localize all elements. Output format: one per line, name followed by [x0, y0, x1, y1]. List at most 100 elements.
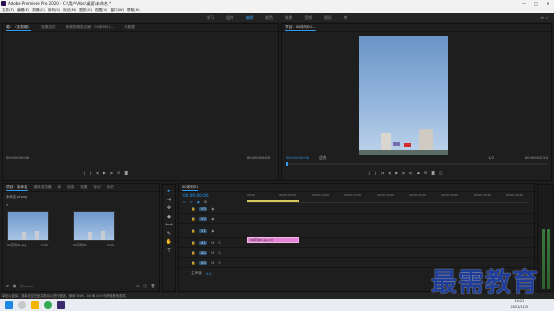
close-button[interactable]: ✕ — [542, 0, 554, 7]
tab-libraries[interactable]: 库 — [58, 185, 62, 190]
mute-icon[interactable]: M — [211, 261, 214, 265]
mute-icon[interactable]: M — [211, 241, 214, 245]
mark-out-icon[interactable]: } — [374, 170, 376, 175]
step-forward-icon[interactable]: |▸ — [110, 170, 113, 175]
icon-view-icon[interactable]: ▦ — [13, 284, 16, 288]
tab-effect-controls[interactable]: 效果控件 — [41, 25, 55, 30]
type-tool-icon[interactable]: T — [167, 248, 170, 254]
tab-markers[interactable]: 标记 — [94, 185, 101, 190]
menu-markers[interactable]: 标记(M) — [63, 8, 76, 13]
browser-icon[interactable] — [44, 301, 52, 309]
workspace-assembly[interactable]: 组件 — [226, 15, 234, 21]
system-clock[interactable]: 14:21 2021/11/5 — [511, 299, 528, 310]
maximize-button[interactable]: □ — [530, 0, 542, 7]
fit-dropdown[interactable]: 适合 — [319, 155, 327, 161]
camera-icon[interactable]: ◙ — [431, 170, 435, 175]
program-scrub-bar[interactable] — [286, 162, 548, 166]
solo-icon[interactable]: S — [218, 251, 220, 255]
lock-icon[interactable]: 🔒 — [191, 261, 195, 265]
premiere-taskbar-icon[interactable] — [57, 301, 65, 309]
track-label[interactable]: A2 — [199, 251, 208, 255]
pen-tool-icon[interactable]: ✎ — [167, 231, 171, 237]
work-area-bar[interactable] — [247, 200, 299, 202]
mark-in-icon[interactable]: { — [83, 170, 85, 175]
lock-icon[interactable]: 🔒 — [191, 251, 195, 255]
menu-help[interactable]: 帮助(H) — [127, 8, 140, 13]
track-label[interactable]: A3 — [199, 261, 208, 265]
workspace-effects[interactable]: 效果 — [285, 15, 293, 21]
razor-tool-icon[interactable]: ◆ — [167, 214, 171, 220]
search-icon[interactable]: ⌕ — [6, 202, 8, 207]
camera-icon[interactable]: ◙ — [124, 170, 128, 175]
lock-icon[interactable]: 🔒 — [191, 229, 195, 233]
workspace-learn[interactable]: 学习 — [207, 15, 215, 21]
insert-icon[interactable]: ⊡ — [117, 170, 120, 175]
go-to-in-icon[interactable]: |◂ — [381, 170, 384, 175]
menu-view[interactable]: 视图(V) — [95, 8, 107, 13]
tab-program[interactable]: 节目：00序列01... — [285, 25, 316, 31]
selection-tool-icon[interactable]: ▸ — [168, 188, 171, 194]
snap-icon[interactable]: ⊂ — [183, 200, 186, 204]
solo-icon[interactable]: S — [218, 241, 220, 245]
step-back-icon[interactable]: ◂| — [96, 170, 99, 175]
track-select-tool-icon[interactable]: ⇥ — [167, 197, 171, 203]
zoom-slider[interactable]: ○——— — [20, 284, 33, 288]
menu-file[interactable]: 文件(F) — [2, 8, 14, 13]
tab-history[interactable]: 历史 — [107, 185, 114, 190]
hand-tool-icon[interactable]: ✋ — [166, 239, 172, 245]
trash-icon[interactable]: 🗑 — [151, 284, 155, 288]
lock-icon[interactable]: 🔒 — [191, 217, 195, 221]
track-label[interactable]: V3 — [199, 207, 208, 211]
go-to-out-icon[interactable]: ▸| — [409, 170, 412, 175]
eye-icon[interactable]: ◉ — [211, 207, 214, 211]
mark-in-icon[interactable]: { — [368, 170, 370, 175]
tab-project[interactable]: 项目：未命名 — [6, 185, 28, 191]
linked-selection-icon[interactable]: ∞ — [190, 200, 193, 204]
menu-clip[interactable]: 剪辑(C) — [32, 8, 45, 13]
play-icon[interactable]: ▶ — [103, 170, 106, 175]
lock-icon[interactable]: 🔒 — [191, 207, 195, 211]
media-thumbnail[interactable] — [7, 211, 49, 241]
menu-sequence[interactable]: 序列(S) — [48, 8, 60, 13]
eye-icon[interactable]: ◉ — [211, 217, 214, 221]
workspace-color[interactable]: 颜色 — [265, 15, 273, 21]
extract-icon[interactable]: ⊟ — [424, 170, 427, 175]
track-label[interactable]: V1 — [199, 229, 208, 233]
search-icon[interactable] — [18, 301, 26, 309]
source-timecode-left[interactable]: 00:00:00:00 — [6, 155, 29, 160]
step-forward-icon[interactable]: |▸ — [402, 170, 405, 175]
add-marker-icon[interactable]: ◆ — [197, 200, 200, 204]
compare-icon[interactable]: ◫ — [439, 170, 443, 175]
mark-out-icon[interactable]: } — [89, 170, 91, 175]
timeline-timecode[interactable]: 00:00:00:00 — [183, 193, 209, 198]
new-item-icon[interactable]: ◫ — [143, 284, 146, 288]
timeline-ruler[interactable]: 00:00 00:00:05:00 00:00:10:00 00:00:15:00 00… — [247, 193, 528, 203]
mute-icon[interactable]: M — [211, 251, 214, 255]
menu-window[interactable]: 窗口(W) — [110, 8, 124, 13]
sequence-thumbnail[interactable] — [73, 211, 115, 241]
ripple-edit-tool-icon[interactable]: ✥ — [167, 205, 171, 211]
track-label[interactable]: A1 — [199, 241, 208, 245]
lift-icon[interactable]: ⏏ — [417, 170, 421, 175]
tab-media-browser[interactable]: 媒体浏览器 — [34, 185, 52, 190]
workspace-editing[interactable]: 编辑 — [246, 15, 254, 21]
tab-audio-clip-mixer[interactable]: 音频剪辑混合器：00序列01... — [66, 25, 115, 30]
tab-source[interactable]: 源：（无剪辑） — [6, 25, 32, 31]
solo-icon[interactable]: S — [218, 261, 220, 265]
eye-icon[interactable]: ◉ — [211, 229, 214, 233]
workspace-menu-icon[interactable]: ≫ ⌕ — [540, 15, 548, 20]
program-timecode-left[interactable]: 00:00:00:00 — [286, 155, 309, 160]
explorer-icon[interactable] — [31, 301, 39, 309]
lock-icon[interactable]: 🔒 — [191, 241, 195, 245]
tab-info[interactable]: 信息 — [67, 185, 74, 190]
workspace-audio[interactable]: 音频 — [304, 15, 312, 21]
menu-graphics[interactable]: 图形(G) — [79, 8, 92, 13]
slip-tool-icon[interactable]: ⟷ — [165, 222, 172, 228]
settings-wrench-icon[interactable]: ⚙ — [204, 200, 207, 204]
playhead-icon[interactable] — [286, 162, 288, 166]
list-view-icon[interactable]: ≡ — [6, 284, 9, 288]
workspace-libraries[interactable]: 库 — [344, 15, 348, 21]
tab-effects[interactable]: 效果 — [80, 185, 87, 190]
play-icon[interactable]: ▶ — [395, 170, 398, 175]
minimize-button[interactable]: — — [518, 0, 530, 7]
